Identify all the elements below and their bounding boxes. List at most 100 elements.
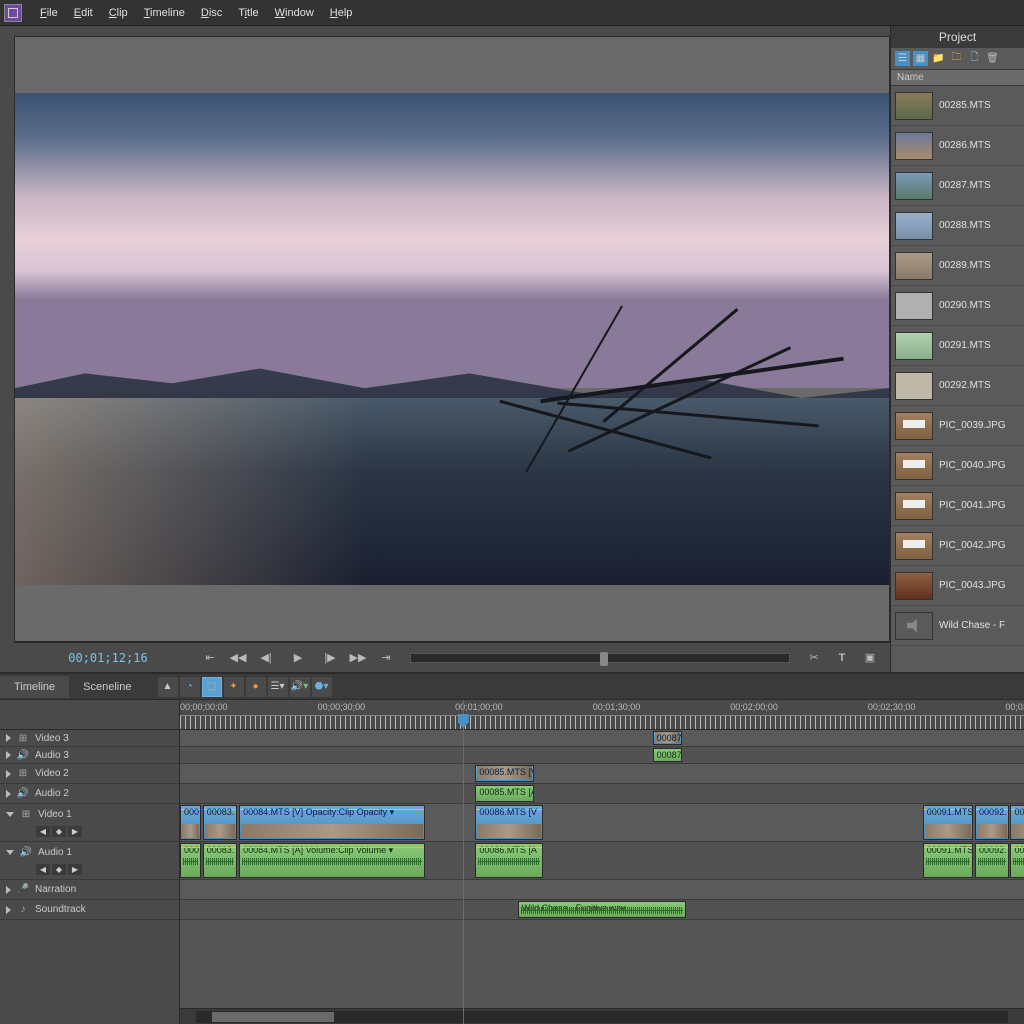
tab-sceneline[interactable]: Sceneline bbox=[69, 676, 145, 698]
audio-display-menu[interactable]: 🔊▾ bbox=[290, 677, 310, 697]
track-header-audio3[interactable]: 🔊Audio 3 bbox=[0, 747, 179, 764]
lane-video1[interactable]: 00000083.00084.MTS [V] Opacity:Clip Opac… bbox=[180, 804, 1024, 842]
asset-item[interactable]: 00287.MTS bbox=[891, 166, 1024, 206]
clip-soundtrack[interactable]: Wild Chase - Fugitive.wav bbox=[518, 901, 687, 918]
menu-edit[interactable]: Edit bbox=[66, 3, 101, 23]
new-item-button[interactable]: 🗋 bbox=[967, 51, 982, 66]
tab-timeline[interactable]: Timeline bbox=[0, 676, 69, 698]
asset-item[interactable]: PIC_0041.JPG bbox=[891, 486, 1024, 526]
film-icon: ⊞ bbox=[16, 768, 30, 780]
marker-menu[interactable]: ● bbox=[246, 677, 266, 697]
play-button[interactable]: ▶ bbox=[282, 648, 314, 668]
clip-video[interactable]: 00093.MTS [V bbox=[1010, 805, 1024, 840]
lane-soundtrack[interactable]: Wild Chase - Fugitive.wav bbox=[180, 900, 1024, 920]
clip-audio[interactable]: 00091.MTS [A bbox=[923, 843, 974, 878]
delete-button[interactable]: 🗑 bbox=[985, 51, 1000, 66]
step-back-button[interactable]: ◀| bbox=[254, 648, 278, 668]
menu-file[interactable]: File bbox=[32, 3, 66, 23]
menu-clip[interactable]: Clip bbox=[101, 3, 136, 23]
lane-narration[interactable] bbox=[180, 880, 1024, 900]
clip-video[interactable]: 000 bbox=[180, 805, 201, 840]
playhead[interactable] bbox=[463, 700, 464, 1024]
set-in-point-button[interactable]: ⇤ bbox=[198, 648, 222, 668]
asset-item[interactable]: 00289.MTS bbox=[891, 246, 1024, 286]
menu-window[interactable]: Window bbox=[267, 3, 322, 23]
split-clip-button[interactable]: ✂ bbox=[802, 648, 826, 668]
clip-00085-a[interactable]: 00085.MTS [A bbox=[475, 785, 534, 802]
add-title-button[interactable]: T bbox=[830, 648, 854, 668]
asset-item-audio[interactable]: Wild Chase - F bbox=[891, 606, 1024, 646]
clip-00085-v[interactable]: 00085.MTS [V bbox=[475, 765, 534, 782]
list-view-button[interactable]: ☰ bbox=[895, 51, 910, 66]
clip-audio[interactable]: 00084.MTS [A] Volume:Clip Volume ▾ bbox=[239, 843, 425, 878]
clip-audio[interactable]: 00093.MTS [A] ne▾ bbox=[1010, 843, 1024, 878]
track-header-soundtrack[interactable]: ♪Soundtrack bbox=[0, 900, 179, 920]
lane-audio3[interactable]: 00087.M bbox=[180, 747, 1024, 764]
menu-timeline[interactable]: Timeline bbox=[136, 3, 193, 23]
asset-item[interactable]: 00292.MTS bbox=[891, 366, 1024, 406]
track-header-audio2[interactable]: 🔊Audio 2 bbox=[0, 784, 179, 804]
selection-tool[interactable]: ▲ bbox=[158, 677, 178, 697]
asset-item[interactable]: PIC_0042.JPG bbox=[891, 526, 1024, 566]
fast-forward-button[interactable]: ▶▶ bbox=[346, 648, 370, 668]
clip-audio[interactable]: 00083. bbox=[203, 843, 237, 878]
asset-item[interactable]: PIC_0040.JPG bbox=[891, 446, 1024, 486]
clip-video[interactable]: 00092. bbox=[975, 805, 1009, 840]
menu-help[interactable]: Help bbox=[322, 3, 361, 23]
freeze-frame-button[interactable]: ▣ bbox=[858, 648, 882, 668]
clip-video[interactable]: 00091.MTS [V bbox=[923, 805, 974, 840]
set-out-point-button[interactable]: ⇥ bbox=[374, 648, 398, 668]
asset-item[interactable]: 00291.MTS bbox=[891, 326, 1024, 366]
preview-viewport[interactable] bbox=[15, 37, 889, 641]
clip-audio[interactable]: 00092. bbox=[975, 843, 1009, 878]
next-keyframe-button[interactable]: ▶ bbox=[68, 826, 82, 837]
asset-item[interactable]: 00286.MTS bbox=[891, 126, 1024, 166]
prev-keyframe-button[interactable]: ◀ bbox=[36, 864, 50, 875]
smart-trim-button[interactable]: ✦ bbox=[224, 677, 244, 697]
clip-video[interactable]: 00084.MTS [V] Opacity:Clip Opacity ▾ bbox=[239, 805, 425, 840]
time-ruler[interactable]: 00;00;00;0000;00;30;0000;01;00;0000;01;3… bbox=[180, 700, 1024, 730]
clip-video[interactable]: 00086.MTS [V bbox=[475, 805, 543, 840]
add-keyframe-button[interactable]: ◆ bbox=[52, 864, 66, 875]
clip-00087-v[interactable]: 00087.M bbox=[653, 731, 683, 745]
track-header-video3[interactable]: ⊞Video 3 bbox=[0, 730, 179, 747]
track-content[interactable]: 00;00;00;0000;00;30;0000;01;00;0000;01;3… bbox=[180, 700, 1024, 1024]
track-header-video2[interactable]: ⊞Video 2 bbox=[0, 764, 179, 784]
time-stretch-tool[interactable]: ◔ bbox=[180, 677, 200, 697]
name-column-header[interactable]: Name bbox=[891, 70, 1024, 86]
asset-name-label: 00288.MTS bbox=[939, 220, 991, 231]
lane-video2[interactable]: 00085.MTS [V bbox=[180, 764, 1024, 784]
current-timecode[interactable]: 00;01;12;16 bbox=[22, 651, 194, 665]
rewind-button[interactable]: ◀◀ bbox=[226, 648, 250, 668]
add-marker-button[interactable]: ⬣▾ bbox=[312, 677, 332, 697]
asset-item[interactable]: PIC_0043.JPG bbox=[891, 566, 1024, 606]
menu-disc[interactable]: Disc bbox=[193, 3, 230, 23]
clip-audio[interactable]: 00086.MTS [A bbox=[475, 843, 543, 878]
track-header-audio1[interactable]: 🔊Audio 1 ◀◆▶ bbox=[0, 842, 179, 880]
clip-video[interactable]: 00083. bbox=[203, 805, 237, 840]
add-keyframe-button[interactable]: ◆ bbox=[52, 826, 66, 837]
asset-item[interactable]: PIC_0039.JPG bbox=[891, 406, 1024, 446]
asset-item[interactable]: 00290.MTS bbox=[891, 286, 1024, 326]
next-keyframe-button[interactable]: ▶ bbox=[68, 864, 82, 875]
lane-audio2[interactable]: 00085.MTS [A bbox=[180, 784, 1024, 804]
track-display-menu[interactable]: ☰▾ bbox=[268, 677, 288, 697]
track-header-narration[interactable]: 🎤Narration bbox=[0, 880, 179, 900]
get-media-button[interactable]: 📁 bbox=[931, 51, 946, 66]
properties-button[interactable]: ⬚ bbox=[202, 677, 222, 697]
clip-00087-a[interactable]: 00087.M bbox=[653, 748, 683, 762]
lane-video3[interactable]: 00087.M bbox=[180, 730, 1024, 747]
lane-audio1[interactable]: 00000083.00084.MTS [A] Volume:Clip Volum… bbox=[180, 842, 1024, 880]
asset-item[interactable]: 00285.MTS bbox=[891, 86, 1024, 126]
icon-view-button[interactable]: ▦ bbox=[913, 51, 928, 66]
track-header-video1[interactable]: ⊞Video 1 ◀◆▶ bbox=[0, 804, 179, 842]
menu-title[interactable]: Title bbox=[230, 3, 266, 23]
shuttle-slider[interactable] bbox=[410, 653, 790, 663]
timeline-hscroll[interactable] bbox=[180, 1008, 1024, 1024]
asset-item[interactable]: 00288.MTS bbox=[891, 206, 1024, 246]
clip-audio[interactable]: 000 bbox=[180, 843, 201, 878]
hscroll-thumb[interactable] bbox=[212, 1012, 334, 1022]
step-forward-button[interactable]: |▶ bbox=[318, 648, 342, 668]
prev-keyframe-button[interactable]: ◀ bbox=[36, 826, 50, 837]
new-folder-button[interactable]: 🗀 bbox=[949, 51, 964, 66]
